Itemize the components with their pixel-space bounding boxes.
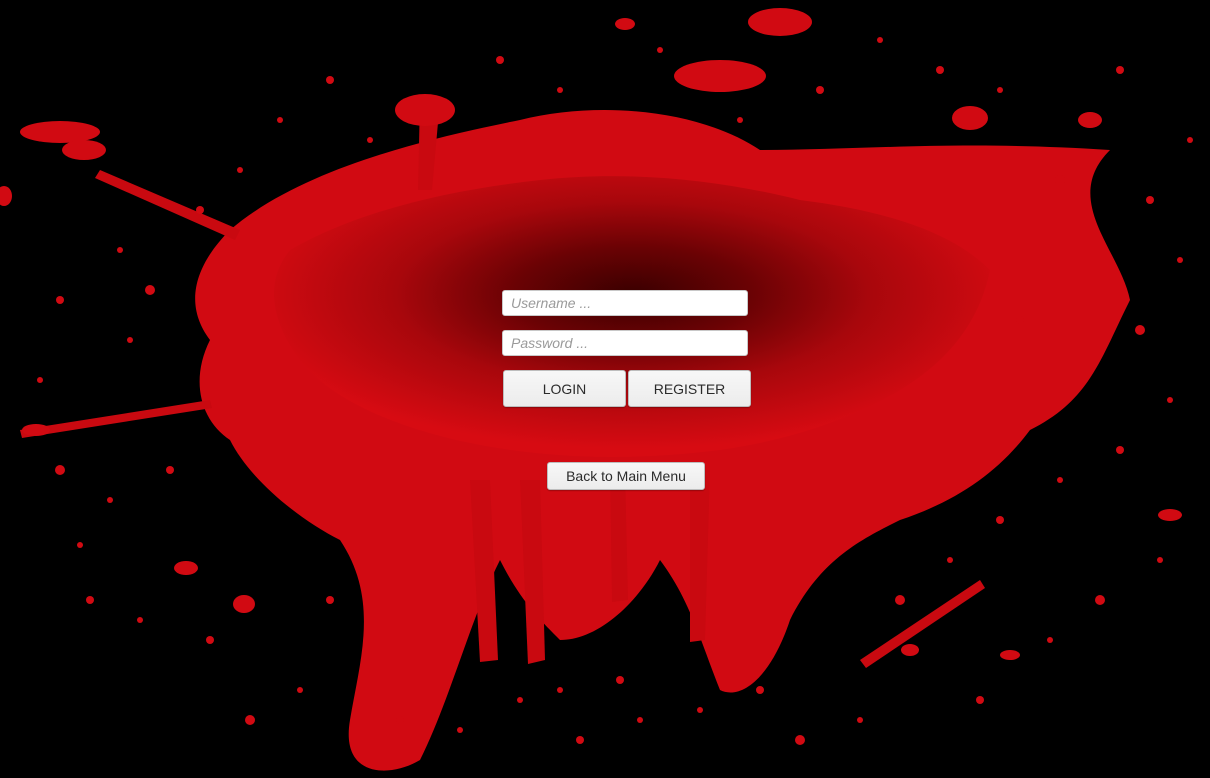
register-button[interactable]: REGISTER	[628, 370, 751, 407]
back-to-main-menu-button[interactable]: Back to Main Menu	[547, 462, 705, 490]
username-input[interactable]	[502, 290, 748, 316]
login-button[interactable]: LOGIN	[503, 370, 626, 407]
login-screen: LOGIN REGISTER Back to Main Menu	[0, 0, 1210, 778]
password-input[interactable]	[502, 330, 748, 356]
